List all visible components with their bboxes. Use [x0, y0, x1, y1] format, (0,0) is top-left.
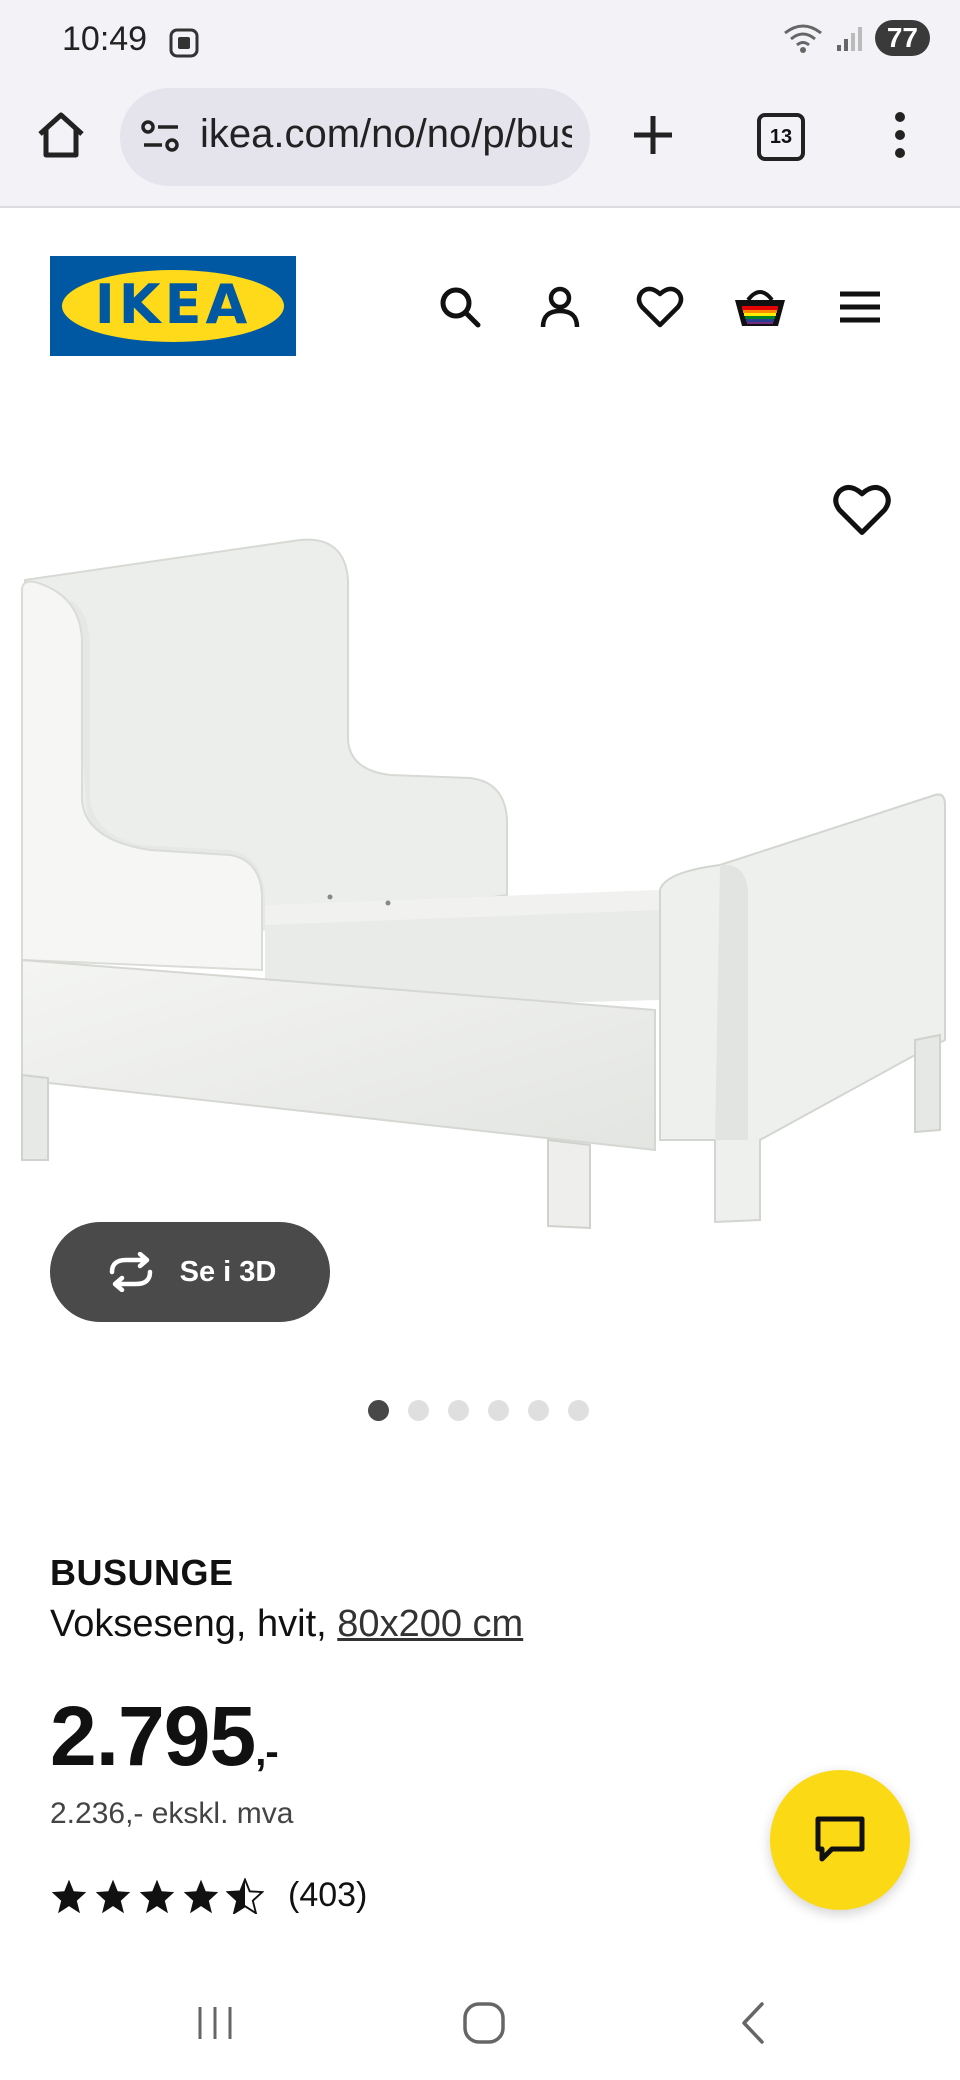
wishlist-heart-icon[interactable] [632, 279, 688, 335]
product-name: BUSUNGE [50, 1552, 234, 1593]
signal-icon [836, 27, 862, 51]
product-type: Vokseseng, hvit, [50, 1603, 327, 1645]
view-3d-button[interactable]: Se i 3D [50, 1222, 330, 1322]
rating-count: (403) [288, 1876, 368, 1914]
favorite-heart-icon[interactable] [832, 482, 892, 542]
ikea-logo[interactable]: IKEA [50, 256, 296, 356]
shopping-basket-icon[interactable] [732, 279, 788, 335]
status-time: 10:49 [62, 20, 148, 58]
size-link[interactable]: 80x200 cm [337, 1603, 523, 1645]
carousel-dot[interactable] [368, 1400, 389, 1421]
rating[interactable]: (403) [50, 1876, 367, 1915]
home-nav-icon[interactable] [461, 2000, 507, 2051]
product-price: 2.795,- [50, 1688, 279, 1785]
price-value: 2.795 [50, 1689, 256, 1783]
rotate-3d-icon [109, 1252, 152, 1292]
chat-icon [815, 1816, 865, 1862]
star-icon [139, 1879, 175, 1913]
wifi-icon [783, 24, 822, 53]
site-settings-icon[interactable] [140, 118, 182, 159]
battery-indicator: 77 [874, 20, 930, 56]
search-icon[interactable] [432, 279, 488, 335]
recent-apps-icon[interactable] [194, 2003, 236, 2048]
tab-switcher-button[interactable]: 13 [757, 113, 805, 161]
view-3d-label: Se i 3D [179, 1255, 277, 1288]
price-excluding-vat: 2.236,- ekskl. mva [50, 1797, 294, 1830]
price-suffix: ,- [255, 1730, 278, 1774]
carousel-dot[interactable] [528, 1400, 549, 1421]
hamburger-menu-icon[interactable] [832, 279, 888, 335]
screen-record-icon [168, 27, 200, 64]
half-star-icon [226, 1877, 264, 1914]
chat-button[interactable] [770, 1770, 910, 1910]
browser-menu-icon[interactable] [882, 110, 918, 165]
account-icon[interactable] [532, 279, 588, 335]
new-tab-icon[interactable] [630, 112, 676, 163]
carousel-dot[interactable] [408, 1400, 429, 1421]
carousel-dot[interactable] [488, 1400, 509, 1421]
back-icon[interactable] [736, 2000, 770, 2051]
home-icon[interactable] [34, 108, 88, 167]
carousel-dot[interactable] [448, 1400, 469, 1421]
image-carousel-dots[interactable] [368, 1400, 589, 1421]
star-icon [95, 1879, 131, 1913]
star-icon [183, 1879, 219, 1913]
product-description: Vokseseng, hvit, 80x200 cm [50, 1603, 523, 1646]
status-icons: 77 [781, 20, 930, 56]
url-text[interactable]: ikea.com/no/no/p/busunge [200, 112, 572, 157]
star-icon [51, 1879, 87, 1913]
carousel-dot[interactable] [568, 1400, 589, 1421]
product-image[interactable] [0, 500, 960, 1270]
